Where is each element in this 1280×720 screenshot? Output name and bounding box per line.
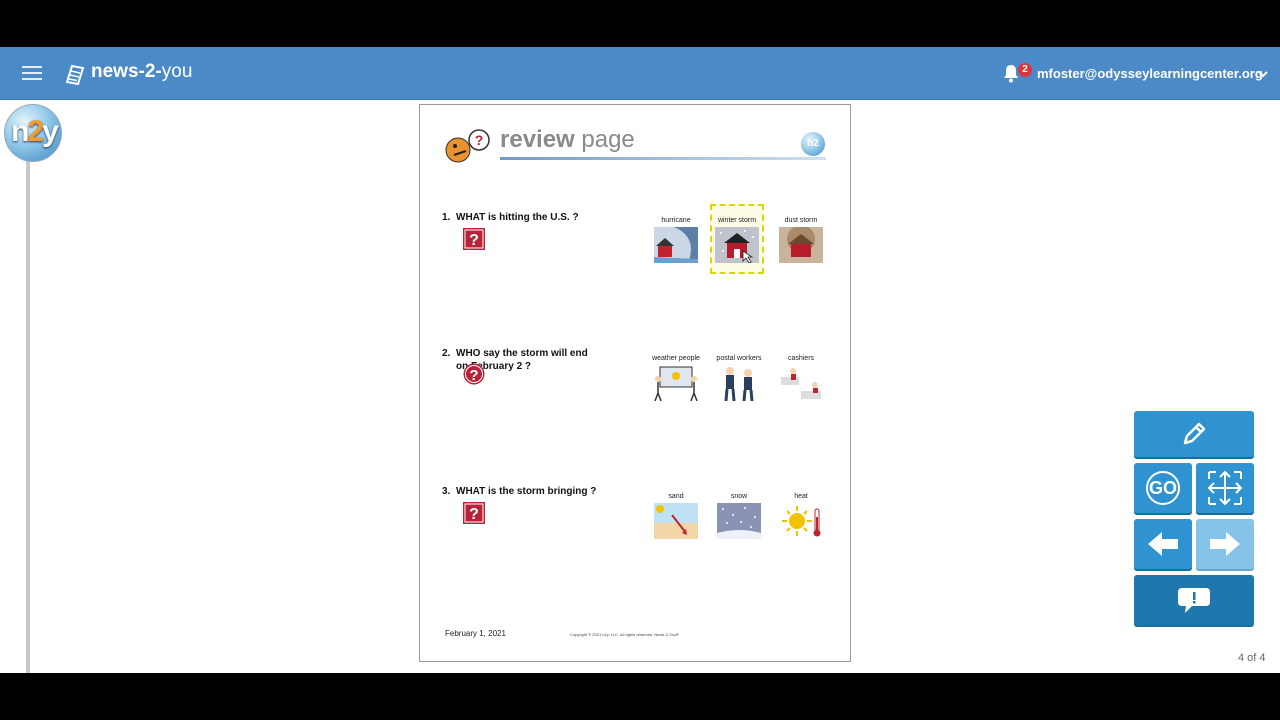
sand-icon — [654, 503, 698, 539]
question-mark-icon: ? — [463, 228, 485, 250]
newspaper-logo-icon — [65, 64, 85, 86]
thinking-face-icon: ? — [445, 129, 490, 163]
pencil-icon — [1183, 422, 1206, 445]
answer-choice[interactable]: postal workers — [712, 345, 766, 406]
hurricane-icon — [654, 227, 698, 263]
weather-people-icon — [654, 366, 698, 402]
go-label: GO — [1146, 471, 1180, 505]
question-1: 1. WHAT is hitting the U.S. ? — [442, 212, 579, 223]
answer-choice[interactable]: dust storm — [774, 207, 828, 268]
question-mark-icon: ? — [463, 363, 485, 385]
speak-button[interactable] — [1134, 575, 1254, 625]
arrow-left-icon — [1148, 532, 1178, 556]
svg-text:?: ? — [475, 132, 484, 148]
page-title: review page — [500, 126, 635, 153]
menu-icon[interactable] — [22, 66, 42, 80]
cashiers-icon — [781, 368, 821, 399]
user-account-menu[interactable]: mfoster@odysseylearningcenter.org — [1037, 66, 1263, 81]
chevron-down-icon[interactable] — [1257, 69, 1269, 79]
speech-bubble-icon — [1178, 588, 1210, 613]
next-page-button[interactable] — [1196, 519, 1254, 569]
move-arrows-icon — [1207, 470, 1243, 506]
answer-choice-selected[interactable]: winter storm — [710, 204, 764, 274]
footer-date: February 1, 2021 — [445, 629, 506, 638]
top-navigation-bar: news-2-you 2 mfoster@odysseylearningcent… — [0, 47, 1280, 100]
svg-text:?: ? — [469, 367, 478, 384]
n2y-globe-logo[interactable]: n2y — [4, 104, 62, 162]
n2y-small-logo: n2 — [801, 132, 825, 156]
dust-storm-icon — [779, 225, 823, 263]
question-3: 3. WHAT is the storm bringing ? — [442, 486, 597, 497]
go-button[interactable]: GO — [1134, 463, 1192, 513]
notification-count-badge: 2 — [1018, 63, 1032, 77]
snow-icon — [717, 503, 761, 539]
notification-bell-icon[interactable] — [1002, 63, 1020, 83]
app-screen: news-2-you 2 mfoster@odysseylearningcent… — [0, 47, 1280, 673]
annotate-button[interactable] — [1134, 411, 1254, 457]
answer-choice[interactable]: hurricane — [649, 207, 703, 268]
document-page: ? review page n2 1. WHAT is hitting the U… — [419, 104, 851, 662]
winter-storm-icon — [715, 227, 759, 264]
svg-text:?: ? — [469, 506, 479, 523]
sidebar-track — [26, 157, 30, 673]
previous-page-button[interactable] — [1134, 519, 1192, 569]
arrow-right-icon — [1210, 532, 1240, 556]
postal-workers-icon — [724, 367, 754, 402]
answer-choice[interactable]: snow — [712, 483, 766, 544]
footer-copyright: Copyright © 2021 n2y, LLC. All rights re… — [570, 632, 679, 637]
answer-choice[interactable]: sand — [649, 483, 703, 544]
title-underline — [500, 157, 826, 160]
answer-choice[interactable]: cashiers — [774, 345, 828, 406]
answer-choice[interactable]: weather people — [649, 345, 703, 406]
question-mark-icon: ? — [463, 502, 485, 524]
brand-name[interactable]: news-2-you — [91, 61, 192, 83]
page-indicator: 4 of 4 — [1238, 652, 1266, 664]
heat-icon — [782, 506, 821, 537]
fullscreen-button[interactable] — [1196, 463, 1254, 513]
answer-choice[interactable]: heat — [774, 483, 828, 544]
svg-text:?: ? — [469, 232, 479, 249]
